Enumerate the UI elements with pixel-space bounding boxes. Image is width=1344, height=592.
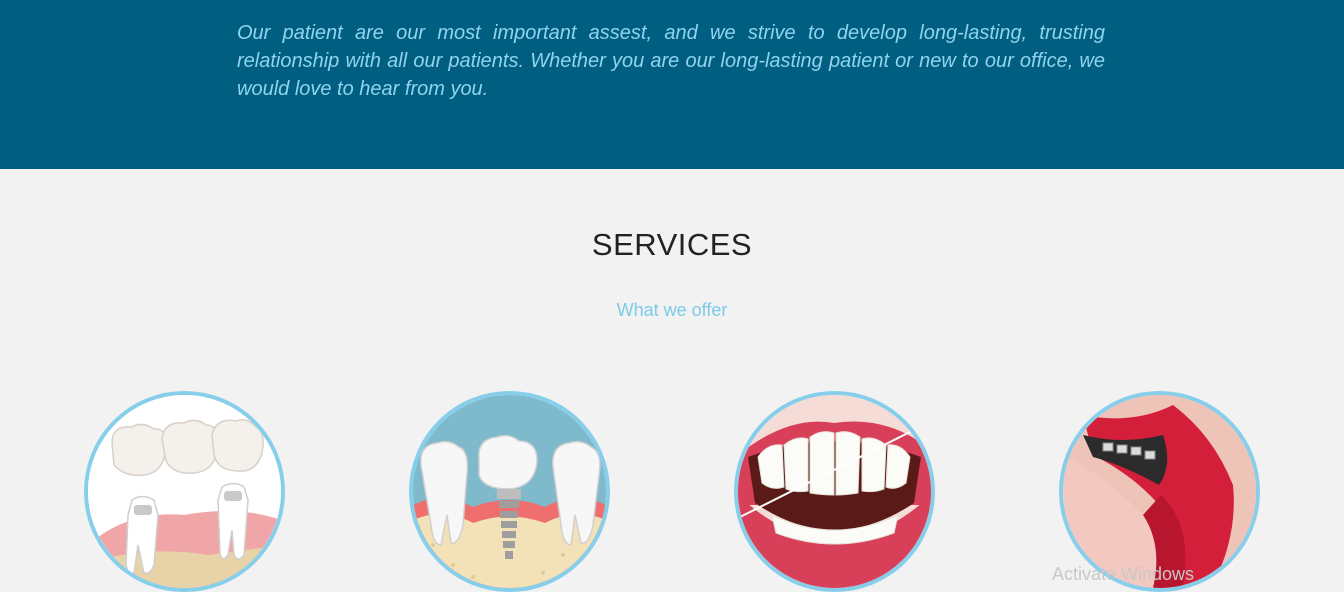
service-implant-image[interactable] (409, 391, 610, 592)
services-subtitle: What we offer (616, 300, 728, 320)
about-text: Our patient are our most important asses… (237, 22, 1105, 100)
services-title: SERVICES (591, 227, 753, 262)
about-banner: Our patient are our most important asses… (0, 0, 1344, 169)
service-bridge-image[interactable] (84, 391, 285, 592)
dental-implant-image (413, 395, 606, 588)
service-braces-image[interactable] (1059, 391, 1260, 592)
service-flossing-image[interactable] (734, 391, 935, 592)
windows-activation-watermark: Activate Windows (1052, 564, 1195, 584)
dental-braces-lips-image (1063, 395, 1256, 588)
teeth-flossing-image (738, 395, 931, 588)
dental-bridge-image (88, 395, 281, 588)
